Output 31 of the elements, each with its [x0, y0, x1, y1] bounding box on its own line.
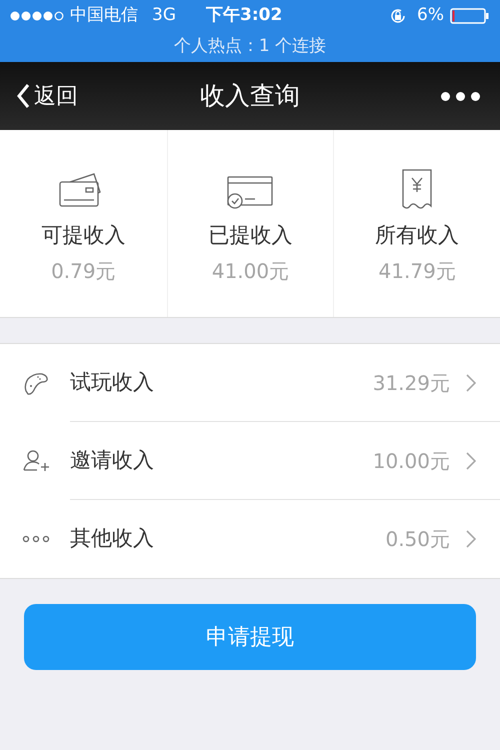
summary-label: 可提收入: [41, 222, 126, 249]
chevron-right-icon: [466, 530, 476, 548]
battery-percent: 6%: [417, 4, 444, 28]
back-button[interactable]: 返回: [16, 80, 78, 112]
more-icon: [22, 534, 50, 544]
hotspot-notice: 个人热点：1 个连接: [174, 35, 326, 58]
chevron-right-icon: [466, 452, 476, 470]
network-type: 3G: [152, 4, 176, 28]
income-row[interactable]: 试玩收入 31.29元: [0, 344, 500, 422]
page-title: 收入查询: [200, 80, 300, 112]
clock: 下午3:02: [206, 4, 282, 28]
card-check-icon: [225, 174, 276, 210]
income-amount: 10.00元: [372, 448, 450, 474]
income-row[interactable]: 其他收入 0.50元: [0, 500, 500, 578]
income-amount: 31.29元: [372, 370, 450, 396]
income-amount: 0.50元: [385, 526, 450, 553]
summary-label: 已提收入: [208, 222, 292, 249]
income-label: 其他收入: [70, 525, 154, 552]
income-label: 邀请收入: [70, 446, 154, 474]
chevron-right-icon: [466, 374, 476, 392]
battery-icon: [450, 8, 490, 24]
summary-amount: 41.00元: [212, 258, 290, 284]
income-row[interactable]: 邀请收入 10.00元: [0, 422, 500, 500]
rotation-lock-icon: [389, 7, 408, 25]
summary-label: 所有收入: [375, 222, 460, 249]
summary-amount: 0.79元: [51, 258, 116, 284]
carrier: 中国电信: [70, 4, 138, 28]
income-label: 试玩收入: [70, 368, 154, 396]
summary-amount: 41.79元: [378, 258, 456, 284]
back-chevron-icon: [16, 83, 30, 109]
signal-icon: [10, 11, 66, 21]
